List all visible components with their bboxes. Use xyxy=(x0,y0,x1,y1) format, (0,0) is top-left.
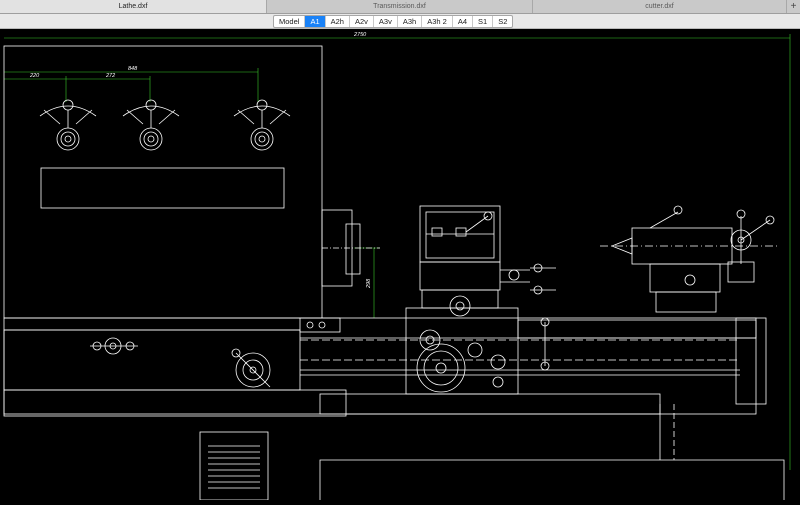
layout-a2h[interactable]: A2h xyxy=(326,16,350,27)
layout-segmented-control: Model A1 A2h A2v A3v A3h A3h 2 A4 S1 S2 xyxy=(273,15,514,28)
layout-s1[interactable]: S1 xyxy=(473,16,494,27)
dim-2750: 2750 xyxy=(353,32,367,38)
dim-272: 272 xyxy=(105,73,115,79)
tab-lathe[interactable]: Lathe.dxf xyxy=(0,0,267,13)
add-tab-button[interactable]: + xyxy=(787,0,800,13)
layout-s2[interactable]: S2 xyxy=(493,16,512,27)
dim-220: 220 xyxy=(29,73,40,79)
layout-a3h-2[interactable]: A3h 2 xyxy=(422,16,453,27)
tab-transmission[interactable]: Transmission.dxf xyxy=(267,0,533,13)
layout-a4[interactable]: A4 xyxy=(453,16,474,27)
document-tab-bar: Lathe.dxf Transmission.dxf cutter.dxf + xyxy=(0,0,800,14)
tab-cutter[interactable]: cutter.dxf xyxy=(533,0,787,13)
layout-a3v[interactable]: A3v xyxy=(374,16,398,27)
layout-toolbar: Model A1 A2h A2v A3v A3h A3h 2 A4 S1 S2 xyxy=(0,14,800,29)
dim-298: 298 xyxy=(366,278,372,289)
layout-a1[interactable]: A1 xyxy=(305,16,326,27)
layout-model[interactable]: Model xyxy=(274,16,306,27)
layout-a2v[interactable]: A2v xyxy=(350,16,374,27)
layout-a3h[interactable]: A3h xyxy=(398,16,423,27)
dim-848: 848 xyxy=(128,66,138,72)
drawing-canvas[interactable]: 2750 848 220 272 298 xyxy=(0,29,800,501)
